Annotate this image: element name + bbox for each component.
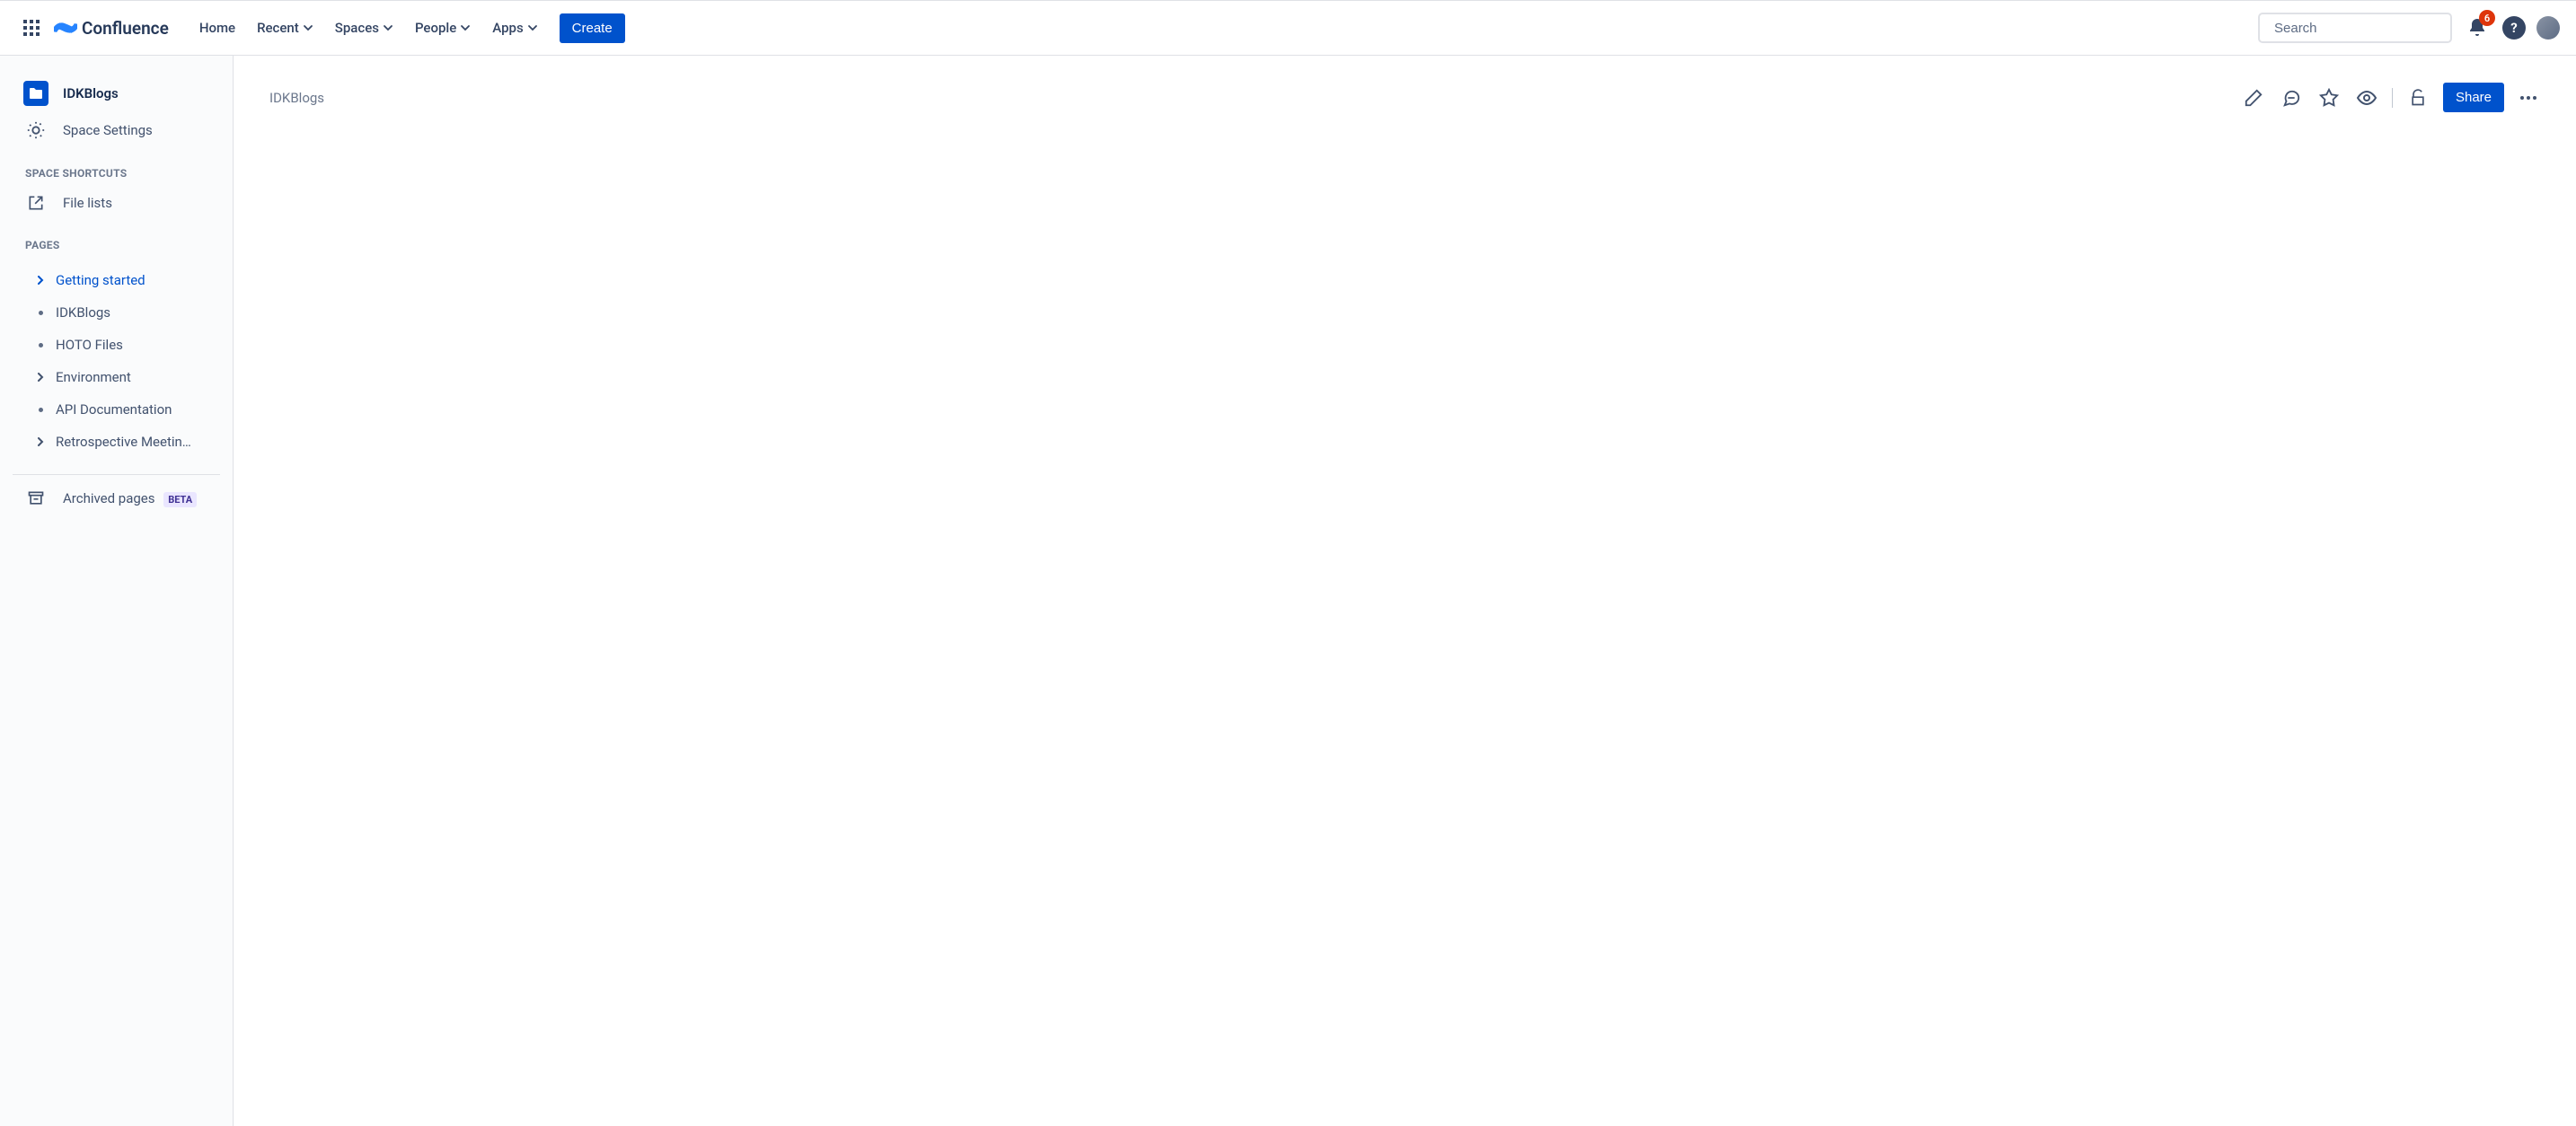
folder-icon: [29, 87, 43, 100]
chevron-down-icon: [303, 22, 313, 33]
nav-spaces[interactable]: Spaces: [326, 13, 402, 43]
page-tree-label: Retrospective Meetin…: [56, 434, 191, 450]
dot-icon: [2520, 96, 2524, 100]
header-right: 6 ?: [2258, 13, 2560, 43]
sidebar-space-header[interactable]: IDKBlogs: [7, 74, 225, 113]
unlock-icon: [2409, 89, 2427, 107]
sidebar-space-settings[interactable]: Space Settings: [7, 113, 225, 147]
chevron-down-icon: [460, 22, 471, 33]
archived-pages-label: Archived pages BETA: [63, 490, 197, 506]
bullet-icon: [39, 311, 43, 315]
app-switcher-icon: [22, 19, 40, 37]
page-tree-label: IDKBlogs: [56, 304, 110, 321]
page-tree-item[interactable]: Environment: [7, 361, 225, 393]
confluence-logo-icon: [54, 16, 77, 40]
sidebar-section-shortcuts: SPACE SHORTCUTS: [0, 147, 233, 187]
page-bullet-wrap: [34, 311, 47, 315]
nav-home[interactable]: Home: [190, 13, 244, 43]
page-toggle[interactable]: [34, 373, 47, 382]
edit-button[interactable]: [2241, 85, 2266, 110]
page-tree-item[interactable]: Retrospective Meetin…: [7, 426, 225, 458]
chevron-down-icon: [383, 22, 393, 33]
page-toggle[interactable]: [34, 276, 47, 285]
action-divider: [2392, 88, 2393, 108]
sidebar-section-pages: PAGES: [0, 219, 233, 259]
dot-icon: [2533, 96, 2536, 100]
bullet-icon: [39, 343, 43, 347]
page-tree-label: Environment: [56, 369, 131, 385]
confluence-logo-text: Confluence: [82, 18, 169, 39]
beta-badge: BETA: [163, 492, 197, 507]
chevron-right-icon: [36, 437, 45, 446]
user-avatar[interactable]: [2536, 16, 2560, 40]
search-box[interactable]: [2258, 13, 2452, 43]
content-area: IDKBlogs Share: [234, 56, 2576, 1126]
confluence-logo[interactable]: Confluence: [54, 16, 169, 40]
breadcrumb[interactable]: IDKBlogs: [269, 90, 324, 106]
archived-text: Archived pages: [63, 490, 155, 506]
sidebar: IDKBlogs Space Settings SPACE SHORTCUTS …: [0, 56, 234, 1126]
bullet-icon: [39, 408, 43, 412]
help-button[interactable]: ?: [2502, 16, 2526, 40]
top-nav: Home Recent Spaces People Apps: [190, 13, 547, 43]
nav-home-label: Home: [199, 20, 235, 36]
nav-people-label: People: [415, 20, 456, 36]
page-tree-label: API Documentation: [56, 401, 172, 418]
page-tree-item[interactable]: IDKBlogs: [7, 296, 225, 329]
notifications-badge: 6: [2479, 10, 2495, 26]
nav-recent[interactable]: Recent: [248, 13, 322, 43]
pencil-icon: [2244, 88, 2263, 108]
more-actions-button[interactable]: [2517, 89, 2540, 107]
share-button[interactable]: Share: [2443, 83, 2504, 112]
content-header: IDKBlogs Share: [269, 83, 2540, 112]
page-tree-item[interactable]: Getting started: [7, 264, 225, 296]
chevron-right-icon: [36, 276, 45, 285]
create-button[interactable]: Create: [560, 13, 625, 43]
app-switcher-button[interactable]: [16, 13, 47, 43]
main-layout: IDKBlogs Space Settings SPACE SHORTCUTS …: [0, 56, 2576, 1126]
top-header: Confluence Home Recent Spaces People App…: [0, 0, 2576, 56]
notifications-button[interactable]: 6: [2463, 13, 2492, 42]
sidebar-divider: [13, 474, 220, 475]
page-bullet-wrap: [34, 343, 47, 347]
nav-spaces-label: Spaces: [335, 20, 379, 36]
page-tree-label: Getting started: [56, 272, 146, 288]
chevron-right-icon: [36, 373, 45, 382]
external-link-icon: [27, 194, 45, 212]
page-tree-label: HOTO Files: [56, 337, 123, 353]
page-tree-item[interactable]: HOTO Files: [7, 329, 225, 361]
space-icon: [23, 81, 49, 106]
content-actions: Share: [2241, 83, 2540, 112]
sidebar-archived-pages[interactable]: Archived pages BETA: [7, 480, 225, 516]
star-button[interactable]: [2316, 85, 2342, 110]
comment-icon: [2281, 88, 2301, 108]
nav-people[interactable]: People: [406, 13, 480, 43]
restrictions-button[interactable]: [2405, 85, 2430, 110]
nav-apps[interactable]: Apps: [483, 13, 546, 43]
watch-button[interactable]: [2354, 85, 2379, 110]
nav-apps-label: Apps: [492, 20, 523, 36]
page-tree: Getting started IDKBlogs HOTO Files Envi…: [0, 264, 233, 458]
gear-icon: [26, 120, 46, 140]
sidebar-shortcut-file-lists[interactable]: File lists: [7, 187, 225, 219]
archive-icon: [27, 489, 45, 507]
space-settings-label: Space Settings: [63, 122, 153, 138]
shortcut-file-lists-label: File lists: [63, 195, 112, 211]
dot-icon: [2527, 96, 2530, 100]
space-title: IDKBlogs: [63, 85, 119, 101]
star-icon: [2319, 88, 2339, 108]
search-input[interactable]: [2274, 21, 2453, 36]
page-toggle[interactable]: [34, 437, 47, 446]
page-bullet-wrap: [34, 408, 47, 412]
chevron-down-icon: [527, 22, 538, 33]
page-tree-item[interactable]: API Documentation: [7, 393, 225, 426]
nav-recent-label: Recent: [257, 20, 299, 36]
eye-icon: [2356, 87, 2378, 109]
comment-button[interactable]: [2279, 85, 2304, 110]
